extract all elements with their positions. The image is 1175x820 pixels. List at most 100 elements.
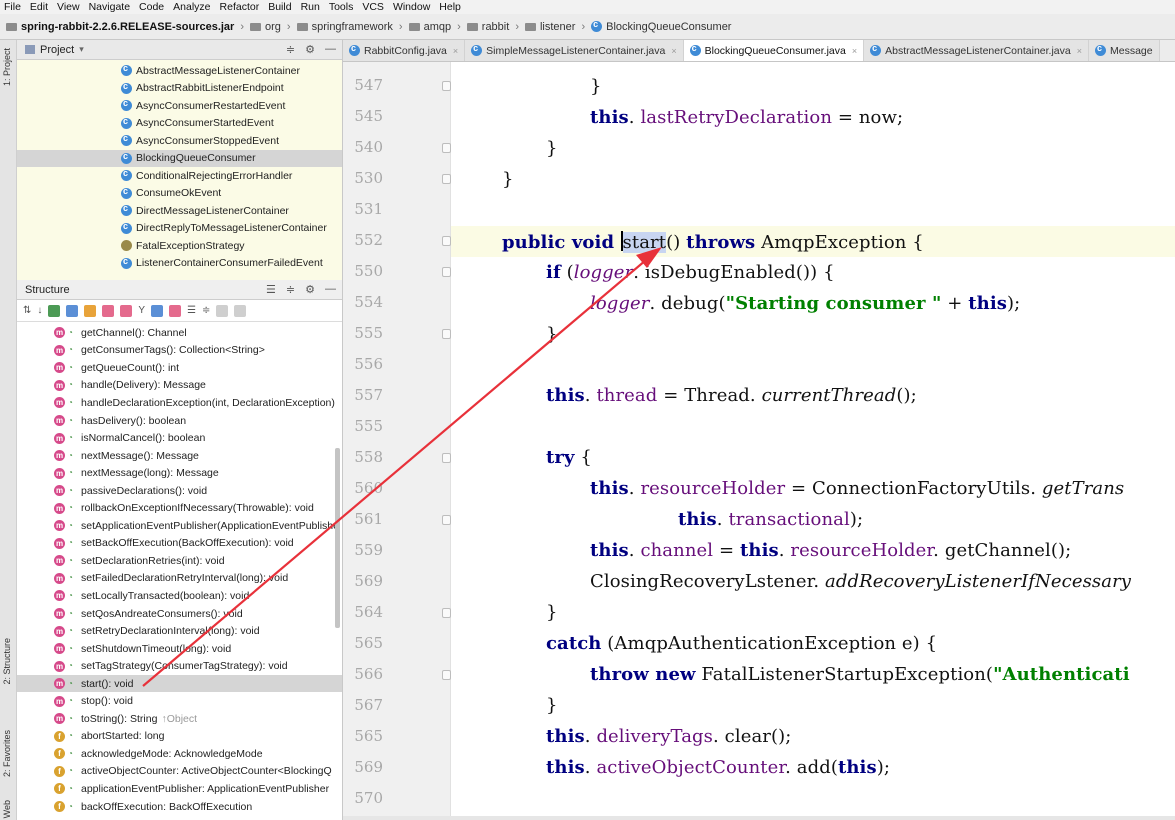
- menu-item-view[interactable]: View: [57, 1, 80, 13]
- breadcrumb-part[interactable]: › listener: [509, 21, 575, 33]
- structure-tool-tab[interactable]: 2: Structure: [2, 638, 15, 685]
- project-tree-item[interactable]: ListenerContainerConsumerFailedEvent: [17, 255, 342, 273]
- autoscroll-from-source-icon[interactable]: [234, 304, 247, 317]
- project-tree-item[interactable]: BlockingQueueConsumer: [17, 149, 342, 167]
- menu-item-tools[interactable]: Tools: [329, 1, 354, 13]
- structure-method-item[interactable]: m ◔ setRetryDeclarationInterval(long): voi…: [17, 622, 342, 640]
- show-inherited-icon[interactable]: [84, 304, 97, 317]
- structure-method-item[interactable]: m ◔ setTagStrategy(ConsumerTagStrategy): v…: [17, 657, 342, 675]
- editor-tab[interactable]: SimpleMessageListenerContainer.java×: [465, 40, 684, 61]
- editor-tab[interactable]: BlockingQueueConsumer.java×: [683, 40, 865, 61]
- menu-item-analyze[interactable]: Analyze: [173, 1, 210, 13]
- editor-tab[interactable]: AbstractMessageListenerContainer.java×: [864, 40, 1089, 61]
- project-tree-item[interactable]: ConditionalRejectingErrorHandler: [17, 167, 342, 185]
- structure-method-item[interactable]: m ◔ nextMessage(): Message: [17, 447, 342, 465]
- project-tree-item[interactable]: AbstractRabbitListenerEndpoint: [17, 80, 342, 98]
- structure-method-item[interactable]: m ◔ setFailedDeclarationRetryInterval(long…: [17, 570, 342, 588]
- project-tree-item[interactable]: AbstractMessageListenerContainer: [17, 62, 342, 80]
- close-icon[interactable]: ×: [453, 46, 458, 56]
- hide-icon[interactable]: —: [325, 43, 336, 56]
- editor-tab[interactable]: Message: [1089, 40, 1160, 61]
- structure-method-item[interactable]: m ◔ setApplicationEventPublisher(Applicati…: [17, 517, 342, 535]
- fold-marker-icon[interactable]: [442, 143, 451, 153]
- chevron-down-icon[interactable]: ▾: [79, 44, 84, 55]
- breadcrumb-part[interactable]: › rabbit: [451, 21, 509, 33]
- menu-item-refactor[interactable]: Refactor: [220, 1, 260, 13]
- fold-marker-icon[interactable]: [442, 81, 451, 91]
- structure-method-item[interactable]: m ◔ getChannel(): Channel: [17, 324, 342, 342]
- show-fields-icon[interactable]: [48, 304, 61, 317]
- web-tool-tab[interactable]: Web: [2, 800, 15, 818]
- menu-item-vcs[interactable]: VCS: [362, 1, 384, 13]
- show-lambdas-icon[interactable]: [102, 304, 115, 317]
- project-panel-title[interactable]: Project: [40, 44, 74, 56]
- show-toplevel-icon[interactable]: [169, 304, 182, 317]
- show-non-public-icon[interactable]: [151, 304, 164, 317]
- structure-method-item[interactable]: m ◔ setDeclarationRetries(int): void: [17, 552, 342, 570]
- structure-field-item[interactable]: f ◔ applicationEventPublisher: Application…: [17, 780, 342, 798]
- close-icon[interactable]: ×: [671, 46, 676, 56]
- structure-method-item[interactable]: m ◔ start(): void: [17, 674, 342, 693]
- fold-marker-icon[interactable]: [442, 329, 451, 339]
- favorites-tool-tab[interactable]: 2: Favorites: [2, 730, 15, 777]
- expand-all-icon[interactable]: ☰: [187, 305, 196, 316]
- project-tree-item[interactable]: DirectMessageListenerContainer: [17, 202, 342, 220]
- project-tree-item[interactable]: FatalExceptionStrategy: [17, 237, 342, 255]
- menu-item-edit[interactable]: Edit: [30, 1, 48, 13]
- autoscroll-to-source-icon[interactable]: [216, 304, 229, 317]
- structure-method-item[interactable]: m ◔ stop(): void: [17, 692, 342, 710]
- menu-item-help[interactable]: Help: [439, 1, 461, 13]
- breadcrumb-part[interactable]: › org: [234, 21, 281, 33]
- fold-marker-icon[interactable]: [442, 670, 451, 680]
- code-editor[interactable]: 547 545 540 530 531 552 550 554 555 556 557 555 558 5…: [343, 62, 1175, 820]
- expand-all-icon[interactable]: ☰: [266, 283, 276, 296]
- structure-method-item[interactable]: m ◔ rollbackOnExceptionIfNecessary(Throwab…: [17, 499, 342, 517]
- close-icon[interactable]: ×: [852, 46, 857, 56]
- fold-marker-icon[interactable]: [442, 267, 451, 277]
- show-properties-icon[interactable]: [66, 304, 79, 317]
- structure-field-item[interactable]: f ◔ activeObjectCounter: ActiveObjectCount…: [17, 763, 342, 781]
- show-anonymous-icon[interactable]: [120, 304, 133, 317]
- collapse-icon[interactable]: ≑: [202, 305, 210, 316]
- fold-marker-icon[interactable]: [442, 608, 451, 618]
- structure-method-item[interactable]: m ◔ getQueueCount(): int: [17, 359, 342, 377]
- menu-item-file[interactable]: File: [4, 1, 21, 13]
- project-tool-tab[interactable]: 1: Project: [2, 48, 15, 86]
- structure-method-item[interactable]: m ◔ hasDelivery(): boolean: [17, 412, 342, 430]
- close-icon[interactable]: ×: [1077, 46, 1082, 56]
- structure-method-item[interactable]: m ◔ getConsumerTags(): Collection<String>: [17, 342, 342, 360]
- fold-marker-icon[interactable]: [442, 236, 451, 246]
- menu-item-navigate[interactable]: Navigate: [89, 1, 130, 13]
- structure-method-item[interactable]: m ◔ isNormalCancel(): boolean: [17, 429, 342, 447]
- editor-horizontal-scrollbar[interactable]: [343, 816, 1175, 820]
- gear-icon[interactable]: ⚙: [305, 283, 315, 296]
- project-tree-item[interactable]: ConsumeOkEvent: [17, 185, 342, 203]
- collapse-icon[interactable]: ≑: [286, 43, 295, 56]
- structure-method-item[interactable]: m ◔ setLocallyTransacted(boolean): void: [17, 587, 342, 605]
- structure-scrollbar[interactable]: [335, 448, 340, 628]
- structure-field-item[interactable]: f ◔ backOffExecution: BackOffExecution: [17, 798, 342, 816]
- project-tree-item[interactable]: DirectReplyToMessageListenerContainer: [17, 220, 342, 238]
- structure-method-item[interactable]: m ◔ nextMessage(long): Message: [17, 464, 342, 482]
- menu-item-run[interactable]: Run: [301, 1, 320, 13]
- project-tree-item[interactable]: AsyncConsumerStoppedEvent: [17, 132, 342, 150]
- gear-icon[interactable]: ⚙: [305, 43, 315, 56]
- sort-alpha-icon[interactable]: ↓: [37, 305, 42, 316]
- structure-method-item[interactable]: m ◔ passiveDeclarations(): void: [17, 482, 342, 500]
- breadcrumb-part[interactable]: › springframework: [281, 21, 393, 33]
- fold-marker-icon[interactable]: [442, 453, 451, 463]
- structure-field-item[interactable]: f ◔ abortStarted: long: [17, 728, 342, 746]
- fold-marker-icon[interactable]: [442, 515, 451, 525]
- editor-tab[interactable]: RabbitConfig.java×: [343, 40, 466, 61]
- breadcrumb-current[interactable]: ›BlockingQueueConsumer: [575, 19, 731, 33]
- structure-method-item[interactable]: m ◔ setQosAndreateConsumers(): void: [17, 605, 342, 623]
- breadcrumb-jar[interactable]: spring-rabbit-2.2.6.RELEASE-sources.jar: [6, 21, 234, 33]
- structure-method-item[interactable]: m ◔ handle(Delivery): Message: [17, 377, 342, 395]
- structure-method-item[interactable]: m ◔ handleDeclarationException(int, Declar…: [17, 394, 342, 412]
- menu-item-window[interactable]: Window: [393, 1, 430, 13]
- structure-method-item[interactable]: m ◔ toString(): String ↑Object: [17, 710, 342, 728]
- sort-visibility-icon[interactable]: ⇅: [23, 305, 31, 316]
- hide-icon[interactable]: —: [325, 283, 336, 296]
- filter-icon[interactable]: Y: [138, 305, 145, 316]
- structure-method-item[interactable]: m ◔ setShutdownTimeout(long): void: [17, 640, 342, 658]
